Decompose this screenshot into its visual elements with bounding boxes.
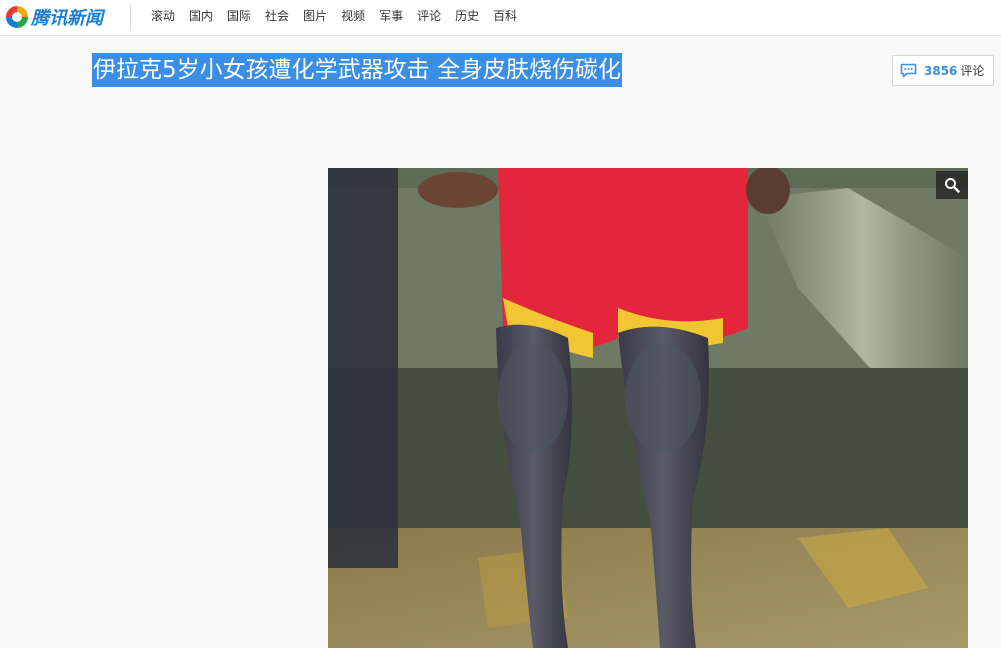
nav-item-shipin[interactable]: 视频 bbox=[334, 0, 372, 35]
logo-text: 腾讯新闻 bbox=[31, 8, 103, 29]
article-photo[interactable] bbox=[328, 168, 968, 648]
nav-item-pinglun[interactable]: 评论 bbox=[410, 0, 448, 35]
nav-item-lishi[interactable]: 历史 bbox=[448, 0, 486, 35]
nav-divider bbox=[130, 4, 131, 30]
comment-bubble-icon bbox=[900, 63, 917, 78]
tencent-news-logo-icon bbox=[6, 6, 28, 28]
comment-count: 3856 bbox=[924, 63, 958, 78]
comment-label: 评论 bbox=[960, 64, 985, 78]
nav-item-gundong[interactable]: 滚动 bbox=[140, 0, 182, 35]
article-title-wrap: 伊拉克5岁小女孩遭化学武器攻击 全身皮肤烧伤碳化 bbox=[92, 53, 622, 87]
nav-item-junshi[interactable]: 军事 bbox=[372, 0, 410, 35]
magnifier-icon bbox=[945, 178, 960, 193]
article-title: 伊拉克5岁小女孩遭化学武器攻击 全身皮肤烧伤碳化 bbox=[92, 53, 622, 87]
top-navigation-bar: 腾讯新闻 滚动 国内 国际 社会 图片 视频 军事 评论 历史 百科 bbox=[0, 0, 1001, 36]
photo-zoom-button[interactable] bbox=[936, 171, 968, 199]
photo-illustration bbox=[328, 168, 968, 648]
nav-item-guoji[interactable]: 国际 bbox=[220, 0, 258, 35]
channel-nav: 滚动 国内 国际 社会 图片 视频 军事 评论 历史 百科 bbox=[140, 0, 524, 35]
comment-count-button[interactable]: 3856 评论 bbox=[892, 55, 994, 86]
nav-item-guonei[interactable]: 国内 bbox=[182, 0, 220, 35]
site-logo[interactable]: 腾讯新闻 bbox=[6, 4, 103, 30]
nav-item-shehui[interactable]: 社会 bbox=[258, 0, 296, 35]
nav-item-tupian[interactable]: 图片 bbox=[296, 0, 334, 35]
nav-item-baike[interactable]: 百科 bbox=[486, 0, 524, 35]
